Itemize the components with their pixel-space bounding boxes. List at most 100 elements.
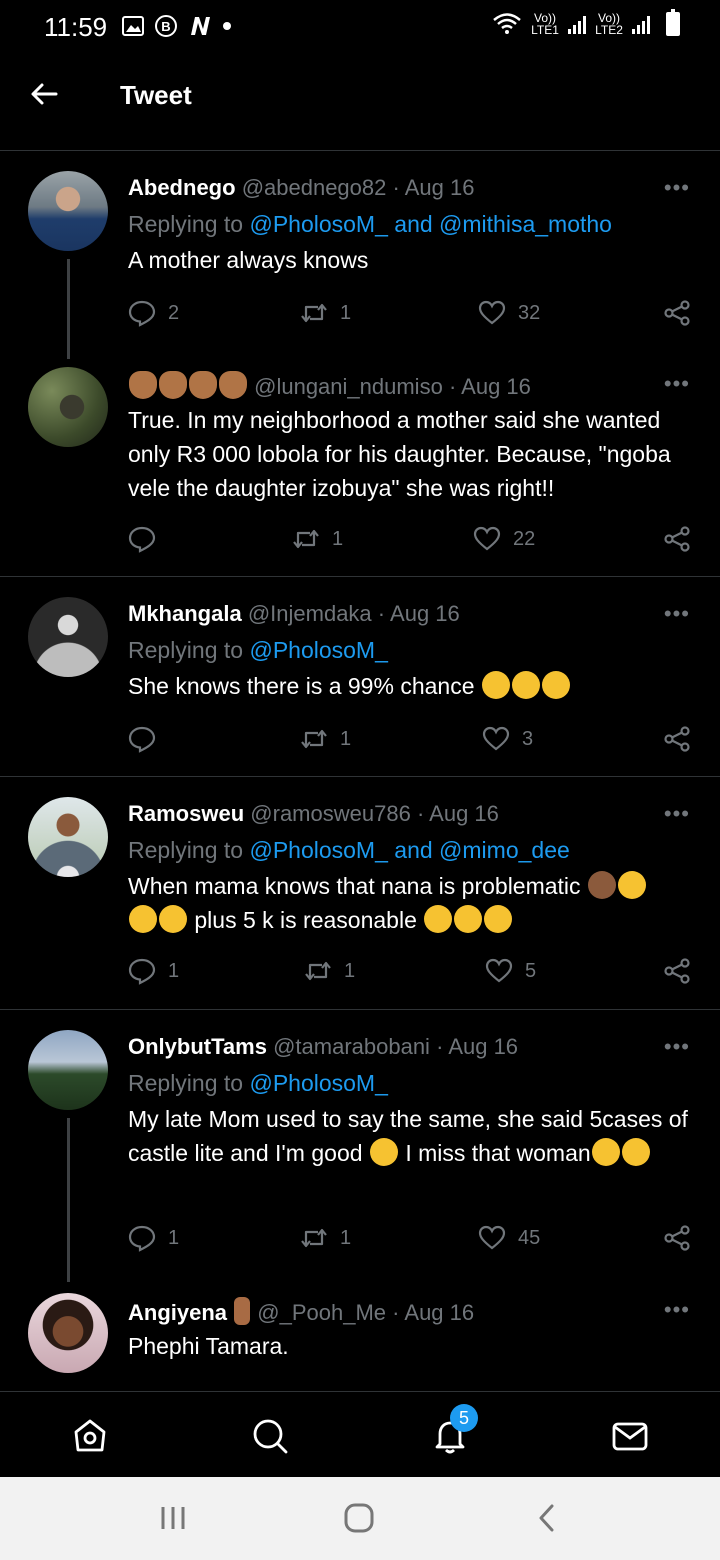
tweet-onlybuttams[interactable]: OnlybutTams @tamarabobani · Aug 16 ••• R… [0,1010,720,1282]
mention-link[interactable]: @PholosoM_ [249,837,387,863]
more-options-icon[interactable]: ••• [664,371,690,397]
share-button[interactable] [663,725,691,753]
status-right: Vo)) LTE1 Vo)) LTE2 [492,9,680,36]
thread-line [67,1118,70,1282]
like-count: 5 [525,959,537,982]
more-options-icon[interactable]: ••• [664,175,690,201]
home-icon[interactable] [70,1416,110,1456]
display-name[interactable]: Angiyena [128,1300,227,1325]
reply-button[interactable] [128,725,168,753]
battery-icon [666,9,680,36]
status-bar: 11:59 B Vo)) LTE1 Vo)) LTE2 [0,0,720,56]
svg-text:B: B [161,19,170,34]
rofl-emoji [511,671,540,699]
back-icon[interactable] [534,1503,560,1533]
reply-button[interactable]: 2 [128,299,179,327]
clapping-emoji [129,371,157,399]
tweet-text: True. In my neighborhood a mother said s… [128,407,671,501]
avatar[interactable] [28,1030,108,1110]
tweet-date[interactable]: Aug 16 [404,1300,474,1325]
like-button[interactable]: 32 [478,299,540,327]
share-button[interactable] [663,299,691,327]
page-title: Tweet [120,80,192,110]
display-name[interactable]: Ramosweu [128,801,244,826]
search-icon[interactable] [250,1416,290,1456]
mention-link[interactable]: @PholosoM_ [249,637,387,663]
thread-line [67,259,70,359]
like-count: 3 [522,727,534,750]
more-options-icon[interactable]: ••• [664,1034,690,1060]
more-options-icon[interactable]: ••• [664,601,690,627]
replying-to: Replying to @PholosoM_ and @mimo_dee [128,837,570,863]
tweet-actions: 2 1 32 [128,299,698,329]
messages-icon[interactable] [610,1416,650,1456]
wink-emoji [424,905,453,933]
tears-of-joy-emoji [129,905,157,933]
retweet-icon [301,729,327,749]
display-name[interactable]: Abednego [128,175,236,200]
heart-icon [478,1225,506,1250]
user-handle[interactable]: @tamarabobani [273,1034,430,1059]
user-handle[interactable]: @_Pooh_Me [257,1300,386,1325]
tweet-mkhangala[interactable]: Mkhangala @Injemdaka · Aug 16 ••• Replyi… [0,577,720,777]
tweet-date[interactable]: Aug 16 [390,601,460,626]
display-name[interactable] [128,371,248,399]
share-button[interactable] [663,957,691,985]
like-button[interactable]: 22 [473,525,535,553]
mention-link[interactable]: @mimo_dee [439,837,570,863]
retweet-button[interactable]: 1 [304,957,355,985]
tweet-feed[interactable]: Abednego @abednego82 · Aug 16 ••• Replyi… [0,151,720,1391]
avatar[interactable] [28,797,108,877]
display-name[interactable]: OnlybutTams [128,1034,267,1059]
retweet-button[interactable]: 1 [300,1224,351,1252]
user-handle[interactable]: @Injemdaka [248,601,372,626]
mention-link[interactable]: @PholosoM_ [249,1070,387,1096]
retweet-button[interactable]: 1 [300,299,351,327]
tweet-date[interactable]: Aug 16 [448,1034,518,1059]
tweet-date[interactable]: Aug 16 [405,175,475,200]
tweet-angiyena[interactable]: Angiyena @_Pooh_Me · Aug 16 ••• Phephi T… [0,1273,720,1391]
like-button[interactable]: 45 [478,1224,540,1252]
share-icon [664,1225,690,1251]
retweet-button[interactable]: 1 [300,725,351,753]
more-options-icon[interactable]: ••• [664,801,690,827]
tweet-lungani[interactable]: @lungani_ndumiso · Aug 16 ••• True. In m… [0,351,720,577]
tears-of-joy-emoji [159,905,187,933]
avatar[interactable] [28,597,108,677]
user-handle[interactable]: @lungani_ndumiso [254,374,443,399]
tears-of-joy-emoji [369,1138,398,1166]
reply-button[interactable] [128,525,168,553]
avatar[interactable] [28,171,108,251]
notifications-badge: 5 [450,1404,478,1432]
mention-link[interactable]: @PholosoM_ [249,211,387,237]
share-button[interactable] [663,1224,691,1252]
tweet-ramosweu[interactable]: Ramosweu @ramosweu786 · Aug 16 ••• Reply… [0,777,720,1010]
tears-of-joy-emoji [484,905,513,933]
more-options-icon[interactable]: ••• [664,1297,690,1323]
tweet-abednego[interactable]: Abednego @abednego82 · Aug 16 ••• Replyi… [0,151,720,359]
user-handle[interactable]: @abednego82 [242,175,387,200]
reply-count: 2 [168,301,180,324]
like-button[interactable]: 5 [485,957,536,985]
avatar[interactable] [28,1293,108,1373]
reply-button[interactable]: 1 [128,1224,179,1252]
back-arrow-icon[interactable] [28,78,60,110]
recents-icon[interactable] [158,1503,188,1533]
avatar[interactable] [28,367,108,447]
dot-icon [223,22,231,30]
reply-button[interactable]: 1 [128,957,179,985]
retweet-count: 1 [332,527,344,550]
display-name[interactable]: Mkhangala [128,601,242,626]
tears-of-joy-emoji [454,905,483,933]
user-handle[interactable]: @ramosweu786 [250,801,411,826]
b-icon: B [155,15,177,37]
tweet-date[interactable]: Aug 16 [461,374,531,399]
retweet-button[interactable]: 1 [292,525,343,553]
tweet-date[interactable]: Aug 16 [429,801,499,826]
share-button[interactable] [663,525,691,553]
bottom-nav [0,1391,720,1477]
mention-link[interactable]: @mithisa_motho [439,211,612,237]
home-button-icon[interactable] [342,1503,376,1533]
retweet-icon [301,303,327,323]
like-button[interactable]: 3 [482,725,533,753]
